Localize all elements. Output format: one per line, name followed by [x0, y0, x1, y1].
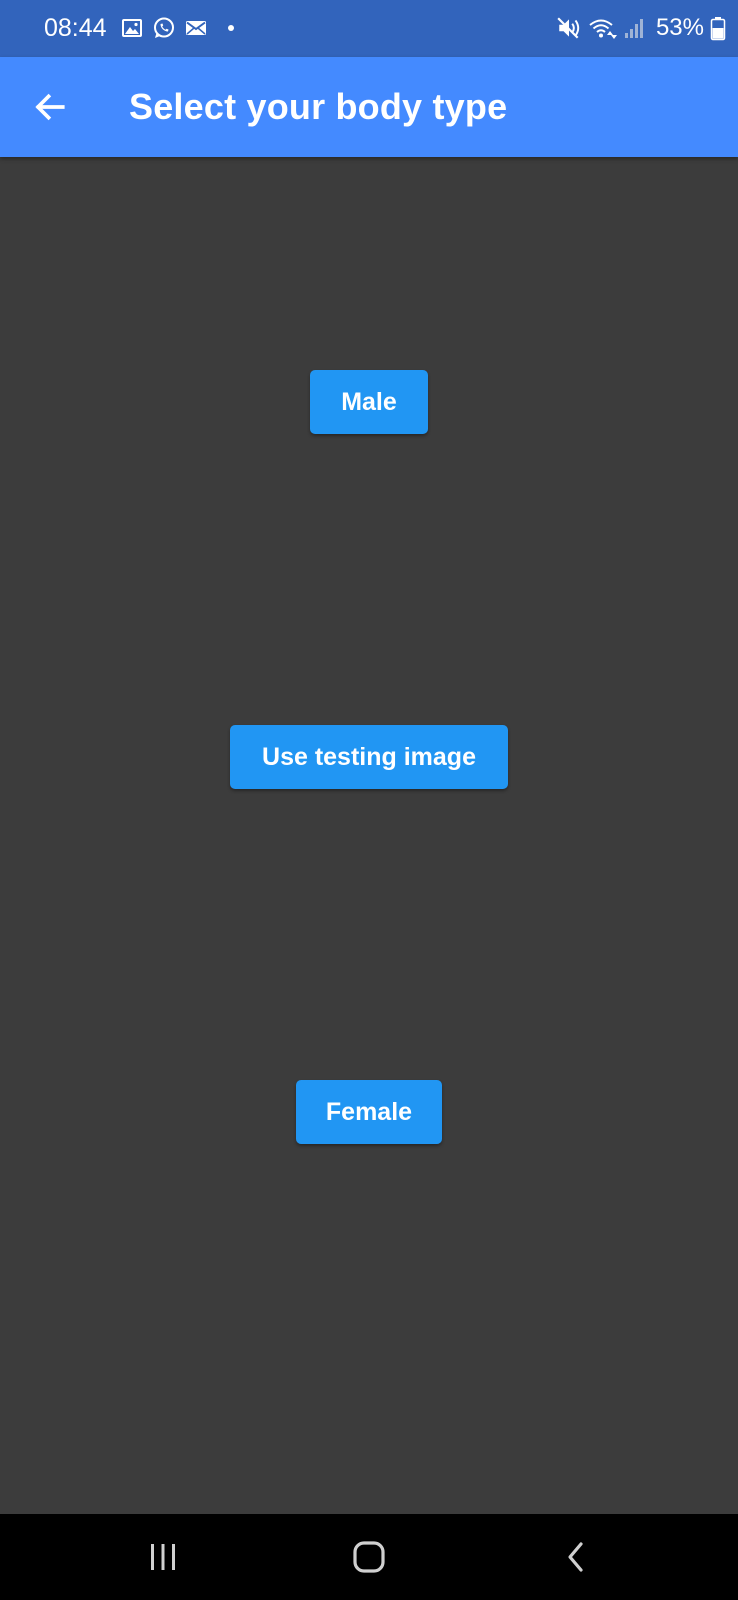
recents-icon — [151, 1544, 175, 1570]
battery-percent: 53% — [655, 14, 704, 41]
notification-icons — [120, 14, 234, 42]
recents-button[interactable] — [123, 1527, 203, 1587]
mute-icon — [557, 17, 580, 39]
home-button[interactable] — [329, 1527, 409, 1587]
whatsapp-icon — [154, 17, 174, 38]
app-bar: Select your body type — [0, 57, 738, 157]
page-title: Select your body type — [129, 86, 508, 127]
back-icon — [568, 1542, 583, 1572]
more-notifications-dot — [228, 25, 234, 31]
back-button[interactable] — [22, 79, 78, 135]
system-back-button[interactable] — [536, 1527, 616, 1587]
female-button[interactable]: Female — [296, 1080, 442, 1144]
use-testing-image-button[interactable]: Use testing image — [230, 725, 508, 789]
status-indicators: 53% — [556, 12, 726, 44]
wifi-icon — [589, 19, 617, 39]
navigation-bar — [0, 1514, 738, 1600]
home-icon — [353, 1541, 385, 1573]
screen: 08:44 53% Select your body type Male Use… — [0, 0, 738, 1600]
status-time: 08:44 — [44, 14, 107, 42]
signal-icon — [624, 19, 643, 38]
battery-icon — [710, 17, 726, 41]
status-bar: 08:44 53% — [0, 0, 738, 57]
gallery-icon — [122, 19, 142, 37]
mail-icon — [186, 21, 206, 35]
male-button[interactable]: Male — [310, 370, 428, 434]
arrow-back-icon — [35, 93, 65, 121]
